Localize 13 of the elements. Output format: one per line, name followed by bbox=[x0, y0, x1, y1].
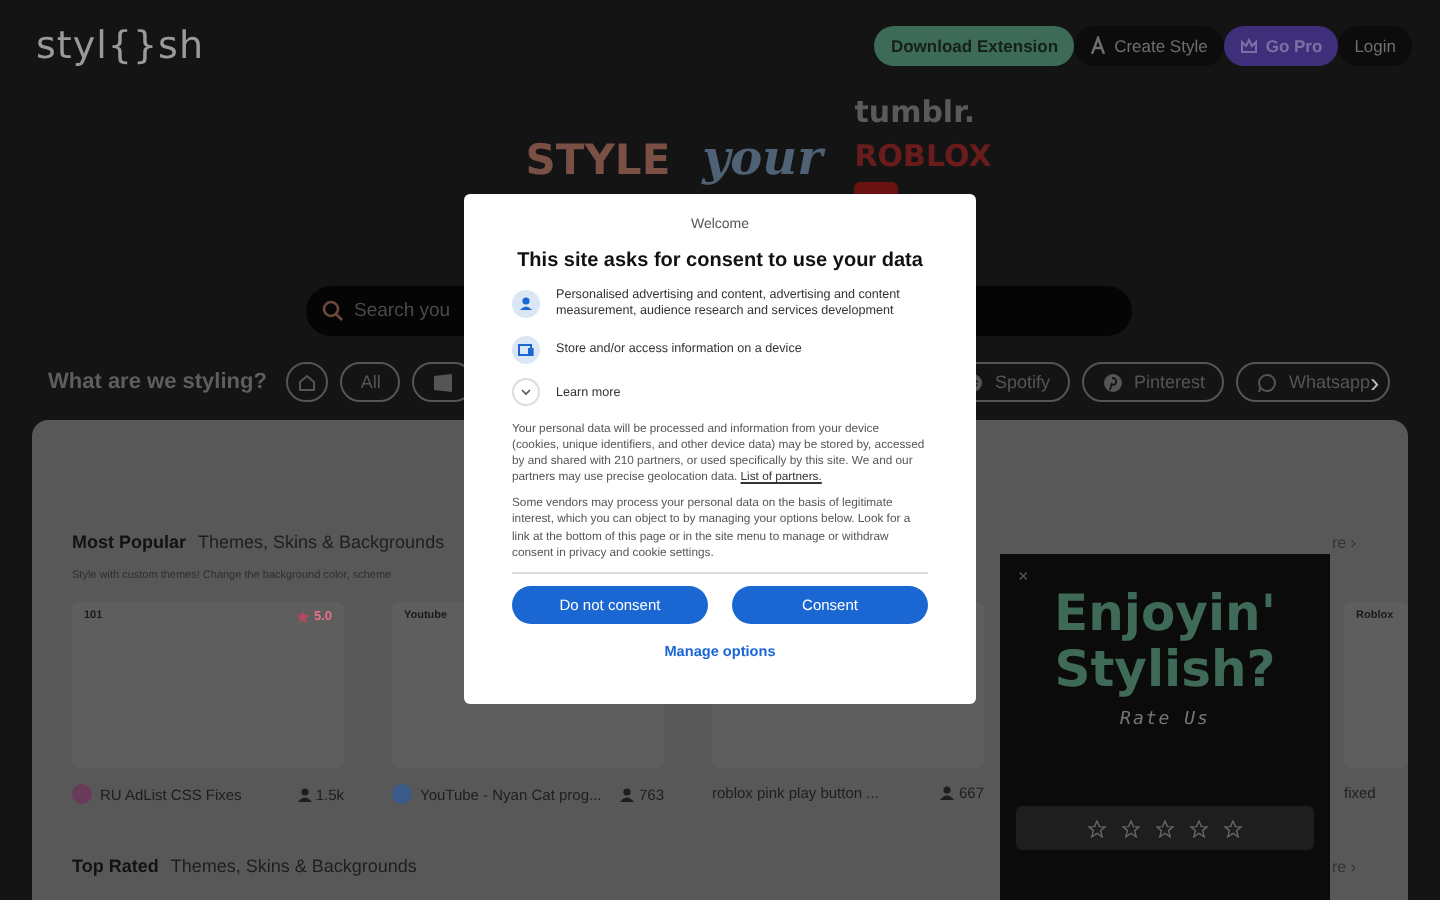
hero-word: STYLE bbox=[525, 134, 671, 186]
section-title: Most Popular bbox=[72, 532, 187, 552]
brand-logo: tumblr. bbox=[854, 94, 978, 130]
section-subtitle: Themes, Skins & Backgrounds bbox=[198, 532, 445, 552]
popup-title: Enjoyin' bbox=[1052, 586, 1278, 642]
section-title: Top Rated bbox=[72, 856, 159, 876]
popup-title: Stylish? bbox=[1052, 642, 1278, 698]
section-subtitle: Themes, Skins & Backgrounds bbox=[170, 856, 417, 876]
dialog-title: This site asks for consent to use your data bbox=[515, 250, 925, 272]
popup-subtitle: Rate Us bbox=[1118, 710, 1212, 730]
section-title: What are we styling? bbox=[48, 370, 267, 394]
brand-logo: ROBLOX bbox=[854, 136, 994, 178]
hero-word: your bbox=[702, 130, 823, 186]
